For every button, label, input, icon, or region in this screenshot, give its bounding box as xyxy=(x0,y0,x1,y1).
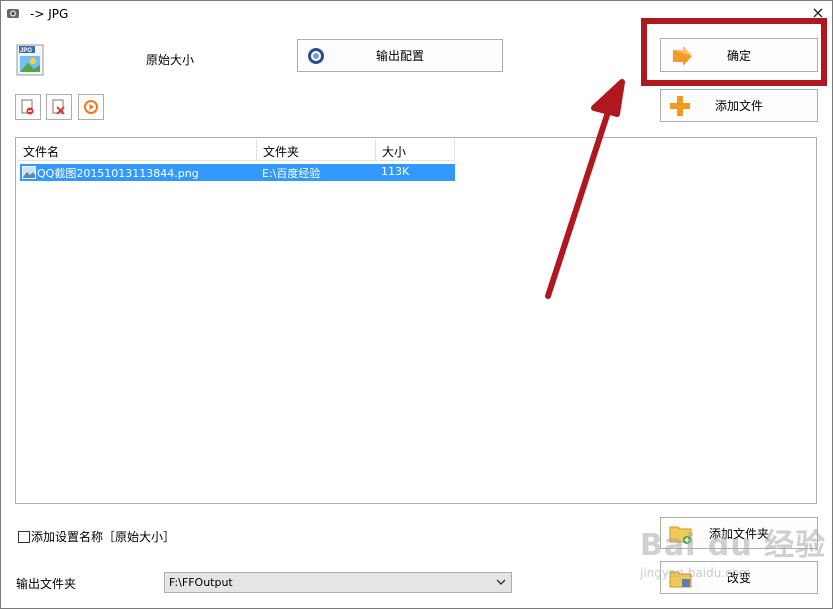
preset-label: 原始大小 xyxy=(146,53,195,67)
jpg-format-icon: JPG xyxy=(16,44,44,76)
highlight-box xyxy=(641,18,827,86)
table-row[interactable]: QQ截图20151013113844.png E:\百度经验 113K xyxy=(20,164,455,181)
file-size-cell: 113K xyxy=(381,165,410,178)
image-file-icon xyxy=(22,166,36,182)
output-config-label: 输出配置 xyxy=(375,49,424,63)
column-header-filename[interactable]: 文件名 xyxy=(17,139,257,161)
svg-text:JPG: JPG xyxy=(20,48,32,54)
window-title: -> JPG xyxy=(30,7,69,21)
clear-list-button[interactable] xyxy=(46,94,72,120)
add-file-button[interactable]: 添加文件 xyxy=(660,89,818,122)
add-preset-name-label: 添加设置名称［原始大小］ xyxy=(31,530,176,544)
chevron-down-icon xyxy=(495,575,507,589)
watermark-url: jingyan.baidu.com xyxy=(640,566,751,580)
remove-file-button[interactable] xyxy=(15,94,41,120)
app-icon xyxy=(6,6,20,20)
file-list[interactable]: 文件名 文件夹 大小 QQ截图20151013113844.png E:\百度经… xyxy=(15,137,817,504)
watermark: Bai du 经验 xyxy=(640,528,827,563)
file-folder-cell: E:\百度经验 xyxy=(262,167,321,180)
output-config-button[interactable]: 输出配置 xyxy=(297,39,503,72)
add-preset-name-checkbox[interactable] xyxy=(18,531,30,543)
add-file-label: 添加文件 xyxy=(714,99,763,113)
play-icon xyxy=(83,99,99,118)
column-header-folder[interactable]: 文件夹 xyxy=(257,139,376,161)
file-name-cell: QQ截图20151013113844.png xyxy=(37,167,199,180)
column-header-size[interactable]: 大小 xyxy=(376,139,455,161)
start-button[interactable] xyxy=(78,94,104,120)
remove-file-icon xyxy=(21,99,35,118)
output-folder-label: 输出文件夹 xyxy=(16,577,77,591)
output-folder-value: F:\FFOutput xyxy=(169,576,233,589)
output-folder-select[interactable]: F:\FFOutput xyxy=(164,572,512,593)
clear-list-icon xyxy=(52,99,66,118)
